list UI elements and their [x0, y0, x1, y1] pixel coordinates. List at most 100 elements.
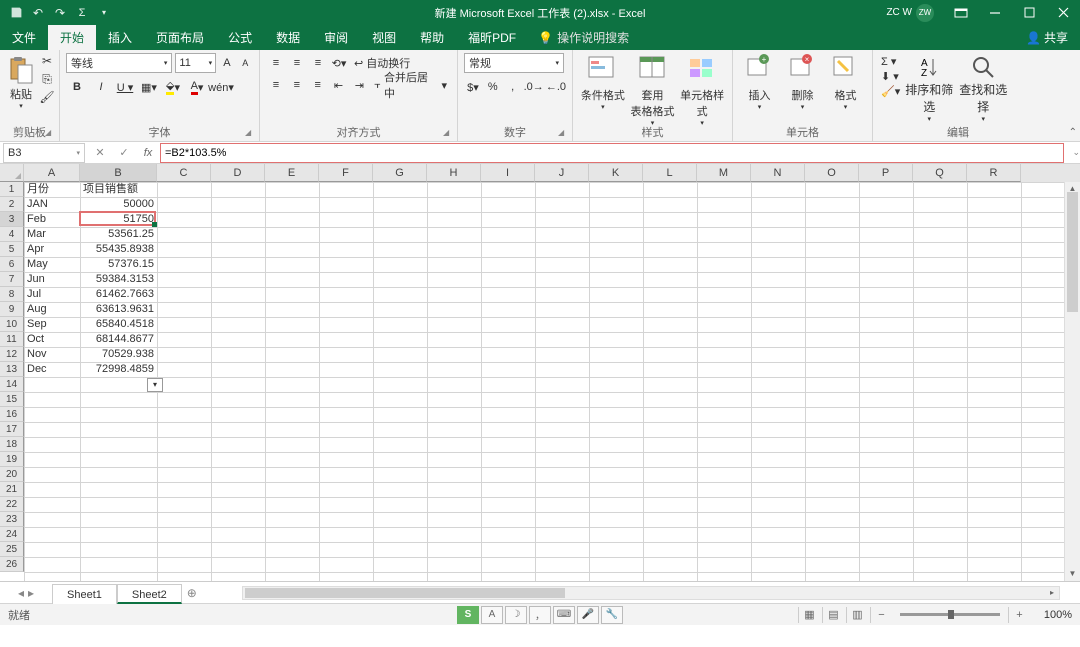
row-header-21[interactable]: 21 [0, 482, 24, 497]
qat-dropdown[interactable]: ▾ [96, 5, 112, 21]
ime-toolbar[interactable]: S A ☽ ， ⌨ 🎤 🔧 [457, 606, 623, 624]
collapse-ribbon-icon[interactable]: ⌃ [1069, 127, 1077, 138]
close-icon[interactable] [1046, 0, 1080, 25]
row-header-22[interactable]: 22 [0, 497, 24, 512]
font-name-select[interactable]: 等线▾ [66, 53, 172, 73]
scroll-right-icon[interactable]: ▸ [1045, 587, 1059, 599]
scroll-down-icon[interactable]: ▼ [1065, 567, 1080, 581]
name-box[interactable]: B3▾ [3, 143, 85, 163]
autosum-icon[interactable]: Σ [74, 5, 90, 21]
column-header-C[interactable]: C [157, 164, 211, 182]
ime-mode-icon[interactable]: A [481, 606, 503, 624]
cell-styles-button[interactable]: 单元格样式▾ [678, 53, 726, 127]
cut-icon[interactable]: ✂ [38, 53, 56, 69]
zoom-in-icon[interactable]: + [1008, 607, 1030, 623]
decrease-decimal-icon[interactable]: ←.0 [546, 77, 566, 97]
page-layout-view-icon[interactable]: ▤ [822, 607, 844, 623]
select-all-button[interactable] [0, 164, 24, 182]
increase-decimal-icon[interactable]: .0→ [524, 77, 544, 97]
paste-button[interactable]: 粘贴 ▾ [6, 53, 36, 110]
row-header-16[interactable]: 16 [0, 407, 24, 422]
tab-home[interactable]: 开始 [48, 25, 96, 50]
hscroll-thumb[interactable] [245, 588, 565, 598]
column-header-L[interactable]: L [643, 164, 697, 182]
redo-icon[interactable]: ↷ [52, 5, 68, 21]
column-header-P[interactable]: P [859, 164, 913, 182]
align-center-icon[interactable]: ≡ [287, 75, 307, 95]
row-header-17[interactable]: 17 [0, 422, 24, 437]
increase-indent-icon[interactable]: ⇥ [349, 75, 369, 95]
cell-A9[interactable]: Aug [24, 302, 80, 317]
row-header-23[interactable]: 23 [0, 512, 24, 527]
row-header-1[interactable]: 1 [0, 182, 24, 197]
align-bottom-icon[interactable]: ≡ [308, 53, 328, 73]
row-header-24[interactable]: 24 [0, 527, 24, 542]
conditional-format-button[interactable]: 条件格式▾ [579, 53, 627, 127]
row-header-8[interactable]: 8 [0, 287, 24, 302]
cell-B7[interactable]: 59384.3153 [80, 272, 157, 287]
column-header-B[interactable]: B [80, 164, 157, 182]
maximize-icon[interactable] [1012, 0, 1046, 25]
autofill-options-icon[interactable]: ▾ [147, 378, 163, 392]
format-cells-button[interactable]: 格式▾ [825, 53, 866, 111]
expand-formula-bar-icon[interactable]: ⌄ [1072, 147, 1080, 158]
row-header-25[interactable]: 25 [0, 542, 24, 557]
ime-mic-icon[interactable]: 🎤 [577, 606, 599, 624]
cell-A10[interactable]: Sep [24, 317, 80, 332]
sort-filter-button[interactable]: AZ排序和筛选▾ [902, 53, 956, 123]
save-icon[interactable] [8, 5, 24, 21]
column-header-D[interactable]: D [211, 164, 265, 182]
formula-input[interactable] [165, 147, 315, 159]
orientation-icon[interactable]: ⟲▾ [329, 53, 349, 73]
border-button[interactable]: ▦▾ [138, 77, 160, 97]
cell-B11[interactable]: 68144.8677 [80, 332, 157, 347]
cell-B8[interactable]: 61462.7663 [80, 287, 157, 302]
cancel-formula-icon[interactable]: ✕ [88, 143, 112, 163]
cell-B13[interactable]: 72998.4859 [80, 362, 157, 377]
bold-button[interactable]: B [66, 77, 88, 97]
cell-A7[interactable]: Jun [24, 272, 80, 287]
row-header-2[interactable]: 2 [0, 197, 24, 212]
zoom-level[interactable]: 100% [1032, 609, 1072, 621]
tell-me-search[interactable]: 💡操作说明搜索 [528, 29, 639, 46]
column-header-H[interactable]: H [427, 164, 481, 182]
vertical-scrollbar[interactable]: ▲ ▼ [1064, 182, 1080, 581]
row-header-20[interactable]: 20 [0, 467, 24, 482]
cell-A13[interactable]: Dec [24, 362, 80, 377]
clipboard-launcher[interactable]: ◢ [45, 128, 55, 138]
tab-insert[interactable]: 插入 [96, 25, 144, 50]
horizontal-scrollbar[interactable]: ◂ ▸ [242, 586, 1060, 600]
column-header-E[interactable]: E [265, 164, 319, 182]
row-header-5[interactable]: 5 [0, 242, 24, 257]
cell-A12[interactable]: Nov [24, 347, 80, 362]
column-header-N[interactable]: N [751, 164, 805, 182]
row-header-6[interactable]: 6 [0, 257, 24, 272]
cell-A3[interactable]: Feb [24, 212, 80, 227]
cells-area[interactable]: 月份项目销售额JAN50000Feb51750Mar53561.25Apr554… [24, 182, 1080, 581]
cell-B12[interactable]: 70529.938 [80, 347, 157, 362]
column-header-I[interactable]: I [481, 164, 535, 182]
column-header-M[interactable]: M [697, 164, 751, 182]
ribbon-options-icon[interactable] [944, 0, 978, 25]
ime-moon-icon[interactable]: ☽ [505, 606, 527, 624]
column-header-G[interactable]: G [373, 164, 427, 182]
currency-button[interactable]: $▾ [464, 77, 482, 97]
row-header-4[interactable]: 4 [0, 227, 24, 242]
cell-B6[interactable]: 57376.15 [80, 257, 157, 272]
format-painter-icon[interactable]: 🖌 [38, 89, 56, 105]
align-middle-icon[interactable]: ≡ [287, 53, 307, 73]
zoom-slider[interactable] [900, 613, 1000, 616]
cell-B9[interactable]: 63613.9631 [80, 302, 157, 317]
share-button[interactable]: 👤共享 [1014, 29, 1080, 46]
column-header-A[interactable]: A [24, 164, 80, 182]
align-top-icon[interactable]: ≡ [266, 53, 286, 73]
ime-keyboard-icon[interactable]: ⌨ [553, 606, 575, 624]
cell-A2[interactable]: JAN [24, 197, 80, 212]
sheet-tab-1[interactable]: Sheet1 [52, 584, 117, 604]
tab-foxit[interactable]: 福昕PDF [456, 25, 528, 50]
row-header-14[interactable]: 14 [0, 377, 24, 392]
column-header-K[interactable]: K [589, 164, 643, 182]
decrease-font-icon[interactable]: A [238, 54, 253, 72]
ime-settings-icon[interactable]: 🔧 [601, 606, 623, 624]
enter-formula-icon[interactable]: ✓ [112, 143, 136, 163]
